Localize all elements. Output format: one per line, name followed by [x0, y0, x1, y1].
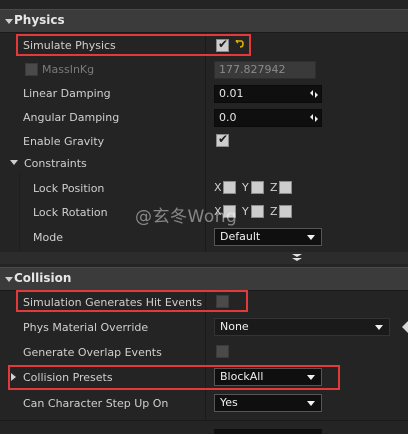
simulate-physics-highlight: [16, 34, 251, 56]
enable-gravity-label: Enable Gravity: [23, 135, 105, 148]
axis-x-label: X: [214, 181, 222, 194]
linear-damping-value: 0.01: [219, 87, 244, 100]
axis-y-label: Y: [242, 205, 249, 218]
mass-override-checkbox[interactable]: [25, 63, 38, 76]
checkmark-icon: ✔: [218, 132, 229, 146]
angular-damping-value: 0.0: [219, 111, 237, 124]
lock-position-z-checkbox[interactable]: [279, 181, 292, 194]
mass-in-kg-field[interactable]: 177.827942: [214, 61, 316, 79]
expand-arrow-icon[interactable]: [10, 160, 18, 165]
can-step-up-label: Can Character Step Up On: [23, 397, 169, 410]
mode-value: Default: [220, 230, 261, 243]
constraints-label: Constraints: [24, 157, 87, 170]
collapse-arrow-icon[interactable]: [5, 19, 13, 24]
overlap-events-checkbox[interactable]: [216, 345, 229, 358]
physics-section-title: Physics: [14, 13, 65, 27]
browse-arrow-icon[interactable]: [400, 321, 408, 333]
chevron-down-icon: [307, 401, 315, 406]
drag-arrows-icon[interactable]: [310, 90, 318, 98]
sim-hit-events-highlight: [16, 290, 248, 312]
drag-arrows-icon[interactable]: [310, 114, 318, 122]
phys-material-value: None: [220, 320, 249, 333]
mode-label: Mode: [33, 231, 63, 244]
phys-material-dropdown[interactable]: None: [214, 318, 390, 336]
lock-rotation-z-checkbox[interactable]: [279, 205, 292, 218]
partial-field: [214, 429, 322, 434]
advanced-expander[interactable]: [0, 252, 408, 264]
indent-guide: [19, 172, 20, 252]
angular-damping-field[interactable]: 0.0: [214, 109, 322, 127]
lock-rotation-label: Lock Rotation: [33, 206, 108, 219]
chevron-down-icon: [307, 235, 315, 240]
mode-dropdown[interactable]: Default: [214, 228, 322, 246]
double-chevron-down-icon: [292, 254, 302, 261]
watermark-text: @玄冬Wong: [135, 207, 238, 227]
collision-presets-highlight: [8, 365, 340, 390]
can-step-up-dropdown[interactable]: Yes: [214, 394, 322, 412]
overlap-events-label: Generate Overlap Events: [23, 346, 162, 359]
chevron-down-icon: [375, 325, 383, 330]
linear-damping-field[interactable]: 0.01: [214, 85, 322, 103]
collapse-arrow-icon[interactable]: [5, 277, 13, 282]
lock-position-y-checkbox[interactable]: [251, 181, 264, 194]
next-row-partial: [0, 420, 408, 434]
enable-gravity-checkbox[interactable]: ✔: [216, 132, 229, 147]
phys-material-label: Phys Material Override: [23, 321, 149, 334]
lock-position-label: Lock Position: [33, 182, 105, 195]
axis-y-label: Y: [242, 181, 249, 194]
mass-in-kg-label: MassInKg: [42, 63, 95, 76]
axis-z-label: Z: [270, 181, 278, 194]
axis-z-label: Z: [270, 205, 278, 218]
collision-section-title: Collision: [14, 271, 72, 285]
can-step-up-value: Yes: [220, 396, 238, 409]
physics-section-header[interactable]: Physics: [0, 9, 408, 33]
angular-damping-label: Angular Damping: [23, 111, 120, 124]
collision-section-header[interactable]: Collision: [0, 267, 408, 291]
lock-position-x-checkbox[interactable]: [223, 181, 236, 194]
linear-damping-label: Linear Damping: [23, 87, 111, 100]
lock-rotation-y-checkbox[interactable]: [251, 205, 264, 218]
